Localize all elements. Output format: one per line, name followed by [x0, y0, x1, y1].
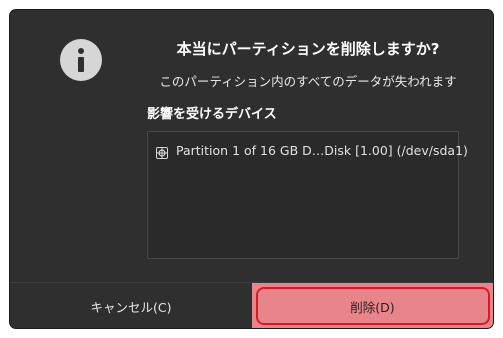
dialog-title: 本当にパーティションを削除しますか?	[176, 40, 440, 58]
affected-devices-list[interactable]: Partition 1 of 16 GB D…Disk [1.00] (/dev…	[147, 131, 468, 259]
drive-icon	[156, 144, 168, 159]
affected-devices-heading: 影響を受けるデバイス	[147, 107, 277, 122]
dialog-message: このパーティション内のすべてのデータが失われます	[159, 74, 457, 89]
info-icon	[60, 39, 102, 81]
cancel-button[interactable]: キャンセル(C)	[10, 283, 252, 328]
delete-partition-dialog: 本当にパーティションを削除しますか? このパーティション内のすべてのデータが失わ…	[10, 10, 493, 328]
delete-button[interactable]: 削除(D)	[252, 283, 493, 328]
list-item[interactable]: Partition 1 of 16 GB D…Disk [1.00] (/dev…	[156, 141, 468, 159]
device-label: Partition 1 of 16 GB D…Disk [1.00] (/dev…	[176, 142, 468, 158]
delete-button-label: 削除(D)	[350, 299, 395, 315]
button-row: キャンセル(C) 削除(D)	[10, 282, 493, 328]
